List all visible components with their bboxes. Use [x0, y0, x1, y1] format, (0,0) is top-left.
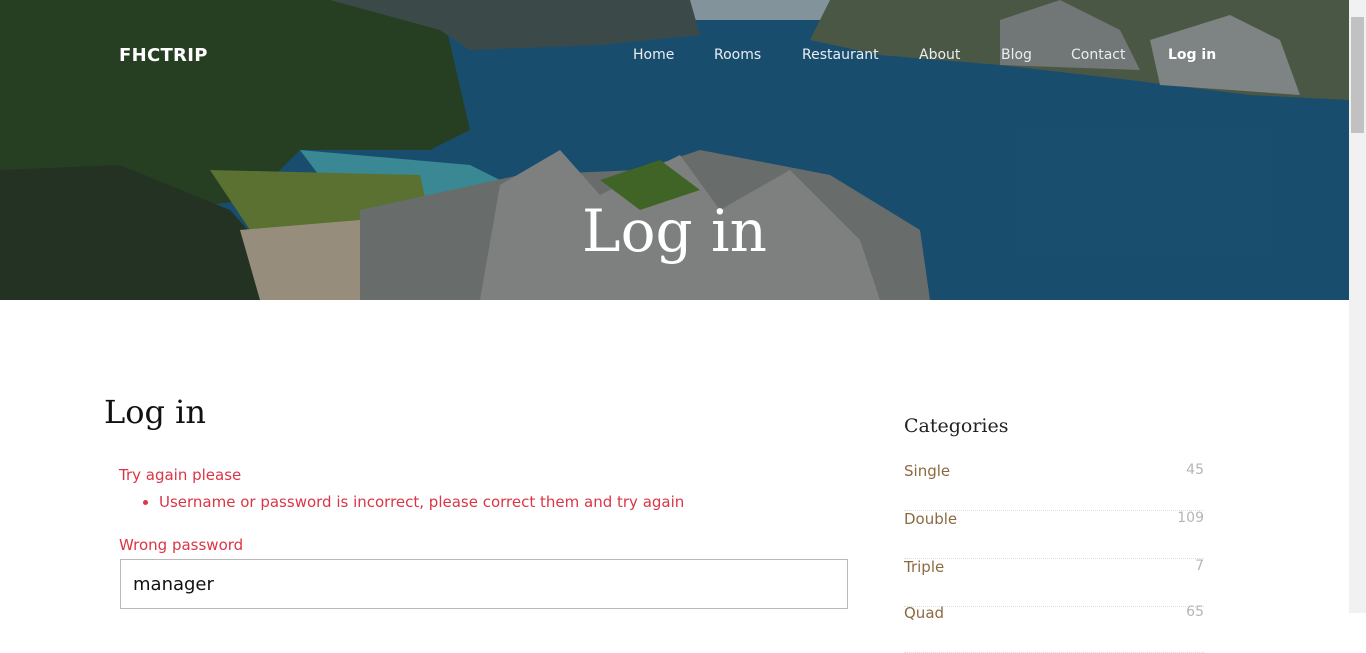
category-name[interactable]: Double [904, 510, 957, 528]
nav-restaurant[interactable]: Restaurant [802, 47, 879, 63]
category-name[interactable]: Quad [904, 604, 944, 622]
category-name[interactable]: Single [904, 462, 950, 480]
nav-about[interactable]: About [919, 47, 960, 63]
category-count: 109 [1177, 510, 1204, 526]
categories-title: Categories [904, 415, 1009, 437]
category-count: 65 [1186, 604, 1204, 620]
nav-login[interactable]: Log in [1168, 47, 1216, 63]
username-input[interactable]: manager [120, 559, 848, 609]
scrollbar[interactable] [1349, 0, 1366, 613]
nav-contact[interactable]: Contact [1071, 47, 1125, 63]
password-error-label: Wrong password [119, 536, 244, 554]
category-count: 45 [1186, 462, 1204, 478]
error-item: Username or password is incorrect, pleas… [159, 493, 684, 511]
category-item[interactable]: Double 109 [904, 510, 1204, 559]
category-count: 7 [1195, 558, 1204, 574]
brand-logo[interactable]: FHCTRIP [119, 45, 208, 66]
category-item[interactable]: Single 45 [904, 462, 1204, 511]
error-heading: Try again please [119, 466, 242, 484]
category-item[interactable]: Quad 65 [904, 604, 1204, 653]
nav-rooms[interactable]: Rooms [714, 47, 761, 63]
nav-home[interactable]: Home [633, 47, 674, 63]
hero-title: Log in [582, 197, 767, 265]
hero-banner: FHCTRIP Home Rooms Restaurant About Blog… [0, 0, 1349, 300]
nav-blog[interactable]: Blog [1001, 47, 1032, 63]
scrollbar-thumb[interactable] [1351, 17, 1364, 133]
error-list: Username or password is incorrect, pleas… [141, 493, 684, 511]
category-name[interactable]: Triple [904, 558, 944, 576]
category-item[interactable]: Triple 7 [904, 558, 1204, 607]
page-title: Log in [104, 393, 207, 431]
